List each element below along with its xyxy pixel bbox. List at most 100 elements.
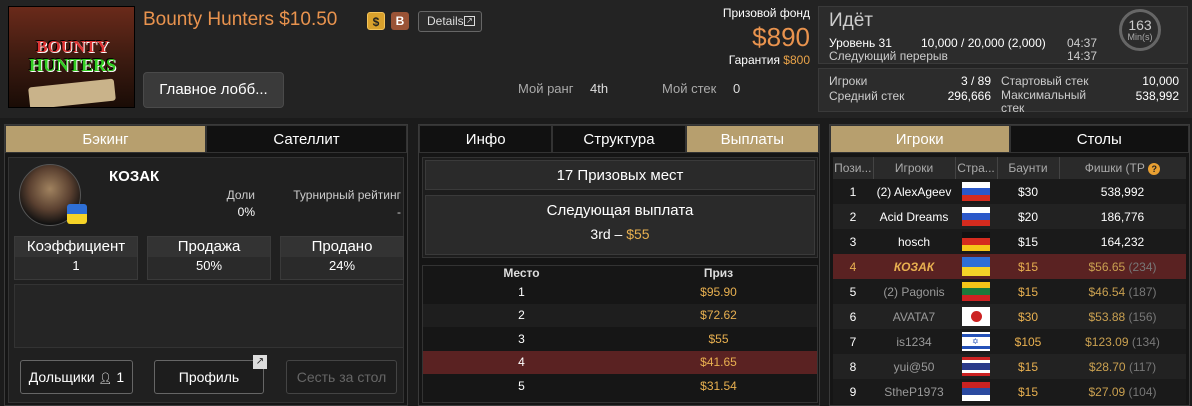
backing-list bbox=[14, 284, 404, 348]
details-button[interactable]: Details ↗ bbox=[418, 11, 482, 32]
tournament-status: Идёт Уровень 31 10,000 / 20,000 (2,000) … bbox=[818, 6, 1188, 64]
player-country bbox=[955, 229, 997, 254]
player-name: (2) Pagonis bbox=[883, 284, 945, 299]
person-icon: 👤︎ bbox=[98, 373, 113, 385]
coefficient-label: Коэффициент bbox=[15, 237, 137, 257]
player-country: ✡ bbox=[955, 329, 997, 354]
player-chips-value: 164,232 bbox=[1100, 234, 1145, 249]
sold-box: Продано 24% bbox=[280, 236, 404, 280]
tab-backing[interactable]: Бэкинг bbox=[5, 125, 206, 153]
my-stack-value: 0 bbox=[733, 81, 741, 96]
tab-structure[interactable]: Структура bbox=[552, 125, 686, 153]
start-stack-label: Стартовый стек bbox=[1001, 74, 1089, 88]
player-row[interactable]: 1 (2) AlexAgeev $30 538,992 bbox=[833, 179, 1186, 204]
payout-row: 4 $41.65 bbox=[423, 350, 817, 374]
help-icon[interactable]: ? bbox=[1148, 163, 1161, 175]
shareholders-count: 1 bbox=[116, 369, 125, 385]
tab-tables[interactable]: Столы bbox=[1009, 125, 1189, 153]
sold-label: Продано bbox=[281, 237, 403, 257]
level-time: 04:37 bbox=[1067, 36, 1098, 50]
main-lobby-button[interactable]: Главное лобб... bbox=[143, 72, 284, 108]
payout-prize: $95.90 bbox=[700, 284, 737, 299]
player-row[interactable]: 7 is1234 ✡ $105 $123.09 (134) bbox=[833, 329, 1186, 354]
player-country bbox=[955, 204, 997, 229]
tab-satellite[interactable]: Сателлит bbox=[206, 125, 407, 153]
next-payout-label: Следующая выплата bbox=[546, 202, 694, 219]
player-bounty: $15 bbox=[1017, 259, 1039, 274]
max-stack-value: 538,992 bbox=[1135, 89, 1179, 103]
ua-flag-icon bbox=[962, 257, 990, 276]
player-bounty: $15 bbox=[1017, 234, 1039, 249]
player-row[interactable]: 6 AVATA7 $30 $53.88 (156) bbox=[833, 304, 1186, 329]
prize-pool-value: $890 bbox=[752, 22, 810, 52]
player-country bbox=[955, 179, 997, 204]
tab-info[interactable]: Инфо bbox=[419, 125, 553, 153]
player-bounty: $15 bbox=[1017, 359, 1039, 374]
my-rank-value: 4th bbox=[590, 81, 609, 96]
payouts-panel: Инфо Структура Выплаты 17 Призовых мест … bbox=[418, 124, 820, 406]
payout-row: 1 $95.90 bbox=[423, 280, 817, 304]
player-tp: (234) bbox=[1128, 259, 1157, 274]
next-break-label: Следующий перерыв bbox=[829, 49, 948, 63]
player-row[interactable]: 5 (2) Pagonis $15 $46.54 (187) bbox=[833, 279, 1186, 304]
player-row[interactable]: 2 Acid Dreams $20 186,776 bbox=[833, 204, 1186, 229]
player-position: 6 bbox=[849, 309, 857, 324]
tournament-title: Bounty Hunters $10.50 bbox=[143, 9, 338, 30]
player-chips-value: $46.54 bbox=[1088, 284, 1126, 299]
player-tp: (134) bbox=[1131, 334, 1160, 349]
backing-panel: Бэкинг Сателлит КОЗАК Доли 0% Турнирный … bbox=[4, 124, 408, 406]
col-place: Место bbox=[503, 266, 540, 280]
logo-line2: HUNTERS bbox=[28, 55, 117, 75]
player-tp: (187) bbox=[1128, 284, 1157, 299]
tab-payouts[interactable]: Выплаты bbox=[685, 125, 819, 153]
shareholders-button[interactable]: Дольщики 👤︎ 1 bbox=[20, 360, 133, 394]
player-chips: $56.65 (234) bbox=[1059, 254, 1186, 279]
player-row[interactable]: 4 КОЗАК $15 $56.65 (234) bbox=[833, 254, 1186, 279]
player-row[interactable]: 9 StheP1973 $15 $27.09 (104) bbox=[833, 379, 1186, 404]
player-chips-value: 186,776 bbox=[1100, 209, 1145, 224]
next-payout-line: 3rd – $55 bbox=[426, 226, 814, 242]
col-position[interactable]: Пози... bbox=[833, 157, 874, 179]
tab-players[interactable]: Игроки bbox=[830, 125, 1010, 153]
coefficient-box: Коэффициент 1 bbox=[14, 236, 138, 280]
sit-at-table-button[interactable]: Сесть за стол bbox=[286, 360, 397, 394]
col-prize: Приз bbox=[703, 266, 734, 280]
player-name: Acid Dreams bbox=[879, 209, 949, 224]
payout-place: 5 bbox=[518, 378, 525, 393]
players-header: Пози... Игроки Стра... Баунти Фишки (ТР … bbox=[833, 157, 1186, 179]
payout-place: 1 bbox=[518, 284, 525, 299]
player-name: AVATA7 bbox=[892, 309, 936, 324]
payout-table: Место Приз 1 $95.90 2 $72.62 3 $55 4 $41.65… bbox=[422, 265, 818, 403]
col-country[interactable]: Стра... bbox=[955, 157, 998, 179]
next-payout-sep: – bbox=[614, 226, 623, 242]
payout-header: Место Приз bbox=[423, 266, 817, 280]
player-chips-value: $28.70 bbox=[1088, 359, 1126, 374]
backing-content: КОЗАК Доли 0% Турнирный рейтинг - Коэффи… bbox=[8, 157, 404, 403]
col-player[interactable]: Игроки bbox=[873, 157, 956, 179]
player-bounty: $105 bbox=[1014, 334, 1042, 349]
col-bounty[interactable]: Баунти bbox=[997, 157, 1060, 179]
lt-flag-icon bbox=[962, 282, 990, 301]
player-row[interactable]: 8 yui@50 $15 $28.70 (117) bbox=[833, 354, 1186, 379]
sale-box: Продажа 50% bbox=[147, 236, 271, 280]
guarantee: Гарантия $800 bbox=[690, 53, 810, 67]
tournament-logo: BOUNTY HUNTERS bbox=[8, 6, 135, 108]
player-row[interactable]: 3 hosch $15 164,232 bbox=[833, 229, 1186, 254]
players-table: Пози... Игроки Стра... Баунти Фишки (ТР … bbox=[833, 157, 1186, 405]
clock-value: 163 bbox=[1128, 17, 1152, 33]
details-label: Details bbox=[427, 14, 464, 28]
th-flag-icon bbox=[962, 357, 990, 376]
payout-row: 3 $55 bbox=[423, 327, 817, 351]
player-tp: (104) bbox=[1128, 384, 1157, 399]
player-name: is1234 bbox=[896, 334, 932, 349]
clock-unit: Min(s) bbox=[1127, 32, 1153, 42]
sale-label: Продажа bbox=[148, 237, 270, 257]
players-tabs: Игроки Столы bbox=[830, 125, 1189, 153]
player-name: hosch bbox=[897, 234, 931, 249]
logo-line1: BOUNTY bbox=[36, 37, 109, 56]
col-chips[interactable]: Фишки (ТР ? bbox=[1059, 157, 1186, 179]
player-position: 9 bbox=[849, 384, 857, 399]
player-chips: $28.70 (117) bbox=[1059, 354, 1186, 379]
coefficient-value: 1 bbox=[72, 258, 80, 273]
profile-button[interactable]: Профиль ↗ bbox=[154, 355, 267, 394]
